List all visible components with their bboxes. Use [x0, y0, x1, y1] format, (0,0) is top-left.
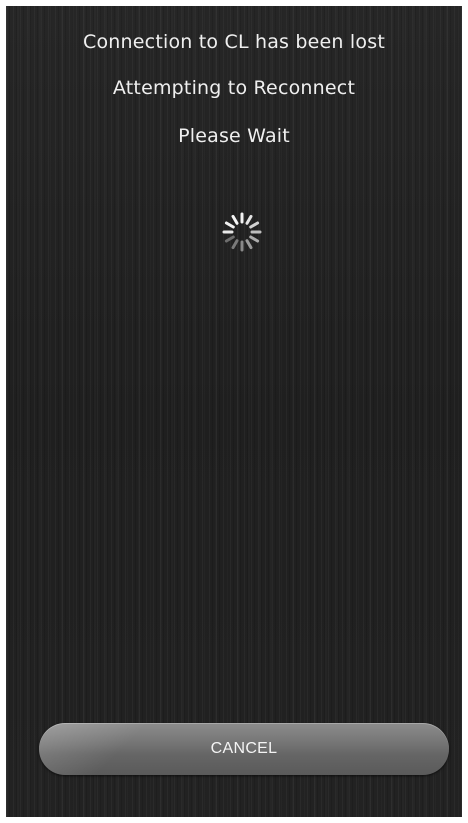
- reconnect-screen: Connection to CL has been lost Attemptin…: [6, 6, 462, 817]
- reconnecting-message: Attempting to Reconnect: [112, 77, 356, 99]
- connection-lost-message: Connection to CL has been lost: [83, 31, 385, 53]
- cancel-button[interactable]: CANCEL: [39, 723, 449, 775]
- cancel-button-label: CANCEL: [210, 740, 278, 757]
- please-wait-message: Please Wait: [178, 125, 290, 147]
- loading-spinner-icon: [222, 212, 262, 252]
